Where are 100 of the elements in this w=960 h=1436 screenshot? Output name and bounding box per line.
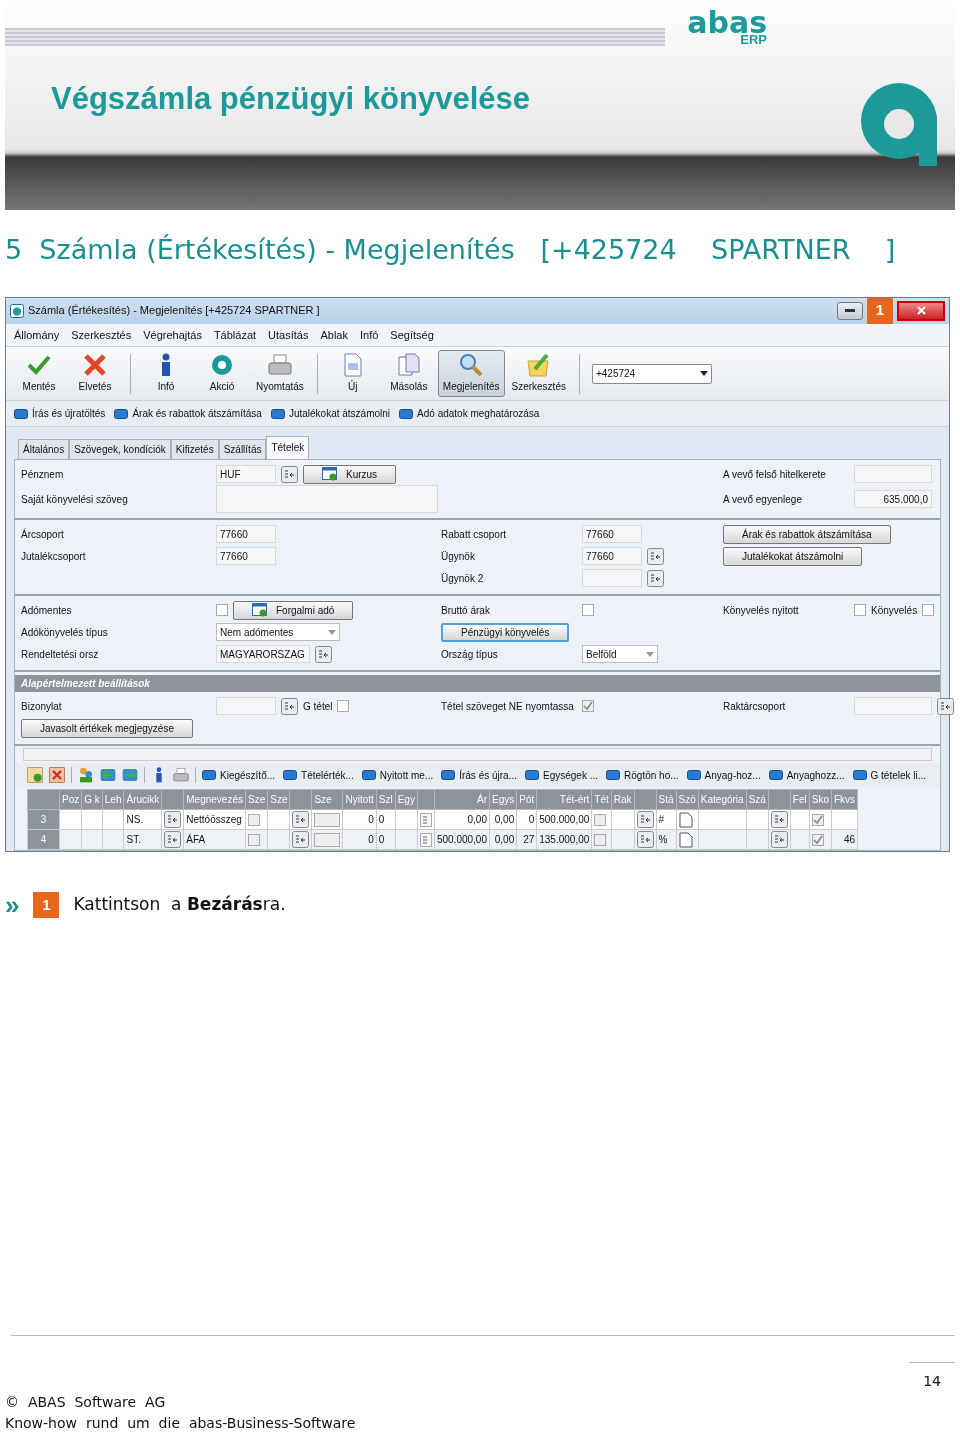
close-button[interactable]	[897, 300, 945, 321]
checkbox[interactable]	[594, 833, 607, 846]
column-header: Megnevezés	[183, 789, 246, 810]
form-button[interactable]: Jutalékokat átszámolni	[723, 546, 863, 566]
document-icon[interactable]	[678, 831, 693, 848]
action-link[interactable]: Rögtön ho...	[606, 767, 679, 783]
action-link[interactable]: Írás és újra...	[441, 767, 517, 783]
note-icon[interactable]	[419, 833, 432, 848]
lookup-icon[interactable]	[292, 811, 310, 828]
input-field[interactable]: 77660	[216, 525, 276, 543]
toolbar-button[interactable]: Nyomtatás	[251, 350, 309, 397]
minimize-button[interactable]	[837, 301, 863, 320]
toolbar-button[interactable]: Új	[325, 350, 380, 397]
menu-item[interactable]: Ablak	[320, 326, 348, 343]
checkbox[interactable]	[594, 813, 607, 826]
input-field[interactable]	[216, 697, 276, 715]
menu-item[interactable]: Táblázat	[213, 326, 257, 343]
menu-item[interactable]: Utasítás	[268, 326, 309, 343]
input-field[interactable]: 77660	[582, 525, 642, 543]
lookup-icon[interactable]	[164, 831, 182, 848]
action-link[interactable]: Jutalékokat átszámolni	[270, 406, 391, 421]
action-link[interactable]: Árak és rabattok átszámítása	[114, 406, 262, 421]
action-link[interactable]: Nyitott me...	[361, 767, 434, 783]
form-button[interactable]: Javasolt értékek megjegyzése	[21, 718, 193, 738]
checkbox[interactable]	[216, 604, 228, 616]
menu-item[interactable]: Segítség	[390, 326, 434, 343]
printer-icon[interactable]	[173, 767, 189, 783]
note-icon[interactable]	[419, 813, 432, 828]
form-button[interactable]: Kurzus	[303, 464, 397, 484]
action-link[interactable]: Anyaghozz...	[768, 767, 845, 783]
input-field[interactable]: 635.000,0	[854, 490, 932, 508]
column-header: Szö	[676, 789, 699, 810]
action-link[interactable]: Tételérték...	[283, 767, 354, 783]
input-field[interactable]: 77660	[216, 547, 276, 565]
horizontal-scrollbar[interactable]	[23, 748, 932, 761]
dropdown[interactable]: Belföld	[582, 645, 658, 663]
checkbox[interactable]	[811, 813, 824, 826]
tab[interactable]: Kifizetés	[170, 439, 219, 459]
action-link[interactable]: Kiegészítő...	[202, 767, 276, 783]
action-link[interactable]: Adó adatok meghatározása	[399, 406, 540, 421]
menu-item[interactable]: Infó	[360, 326, 379, 343]
toolbar-button[interactable]: Elvetés	[68, 350, 122, 397]
grid-add-icon[interactable]	[27, 767, 43, 783]
action-link[interactable]: Írás és újratöltés	[14, 406, 106, 421]
tab[interactable]: Szállítás	[218, 439, 267, 459]
input-field[interactable]: 77660	[582, 547, 642, 565]
lookup-icon[interactable]	[636, 831, 654, 848]
checkbox[interactable]	[811, 833, 824, 846]
action-link[interactable]: Anyag-hoz...	[686, 767, 761, 783]
input-field[interactable]	[854, 697, 932, 715]
tab[interactable]: Általános	[18, 439, 70, 459]
menu-item[interactable]: Szerkesztés	[71, 326, 132, 343]
document-icon[interactable]	[678, 811, 693, 828]
column-header: Nyitott	[342, 789, 377, 810]
toolbar-button[interactable]: Megjelenítés	[437, 350, 505, 397]
input-field[interactable]: MAGYARORSZAG	[216, 645, 310, 663]
action-link[interactable]: G tételek li...	[852, 767, 927, 783]
toolbar-button[interactable]: Akció	[195, 350, 249, 397]
people-icon[interactable]	[78, 767, 94, 783]
lookup-icon[interactable]	[647, 547, 664, 565]
tab[interactable]: Tételek	[266, 436, 310, 459]
input-field[interactable]: HUF	[216, 465, 276, 483]
toolbar-button[interactable]: Infó	[139, 350, 193, 397]
field-label: Pénznem	[21, 467, 65, 482]
checkbox[interactable]	[854, 604, 866, 616]
toolbar-button[interactable]: Mentés	[12, 350, 66, 397]
lookup-icon[interactable]	[770, 811, 788, 828]
input-field[interactable]	[582, 569, 642, 587]
toolbar-button[interactable]: Másolás	[381, 350, 436, 397]
field-label: Raktárcsoport	[723, 699, 787, 714]
form-button[interactable]: Árak és rabattok átszámítása	[723, 524, 891, 544]
checkbox[interactable]	[248, 833, 260, 846]
checkbox[interactable]	[337, 700, 350, 712]
cell-button[interactable]	[314, 832, 341, 847]
form-button[interactable]: Forgalmi adó	[233, 600, 354, 620]
tab[interactable]: Szövegek, kondíciók	[69, 439, 171, 459]
record-combo[interactable]: +425724	[591, 363, 712, 384]
dropdown[interactable]: Nem adómentes	[216, 623, 340, 641]
lookup-icon[interactable]	[937, 697, 954, 715]
action-link[interactable]: Egységek ...	[525, 767, 599, 783]
toolbar-button[interactable]: Szerkesztés	[506, 350, 571, 397]
menu-item[interactable]: Állomány	[14, 326, 60, 343]
cell-button[interactable]	[314, 812, 341, 827]
lookup-icon[interactable]	[647, 569, 664, 587]
lookup-icon[interactable]	[281, 697, 298, 715]
checkbox[interactable]	[582, 604, 594, 616]
lookup-icon[interactable]	[636, 811, 654, 828]
form-button[interactable]: Pénzügyi könyvelés	[441, 622, 570, 642]
menu-item[interactable]: Végrehajtás	[143, 326, 202, 343]
input-field[interactable]	[854, 465, 932, 483]
lookup-icon[interactable]	[315, 645, 332, 663]
lookup-icon[interactable]	[292, 831, 310, 848]
lookup-icon[interactable]	[770, 831, 788, 848]
grid-delete-icon[interactable]	[49, 767, 65, 783]
arrow-right-icon[interactable]	[122, 767, 138, 783]
lookup-icon[interactable]	[281, 465, 298, 483]
checkbox[interactable]	[922, 604, 935, 616]
checkbox[interactable]	[248, 813, 260, 826]
lookup-icon[interactable]	[164, 811, 182, 828]
arrow-left-icon[interactable]	[100, 767, 116, 783]
